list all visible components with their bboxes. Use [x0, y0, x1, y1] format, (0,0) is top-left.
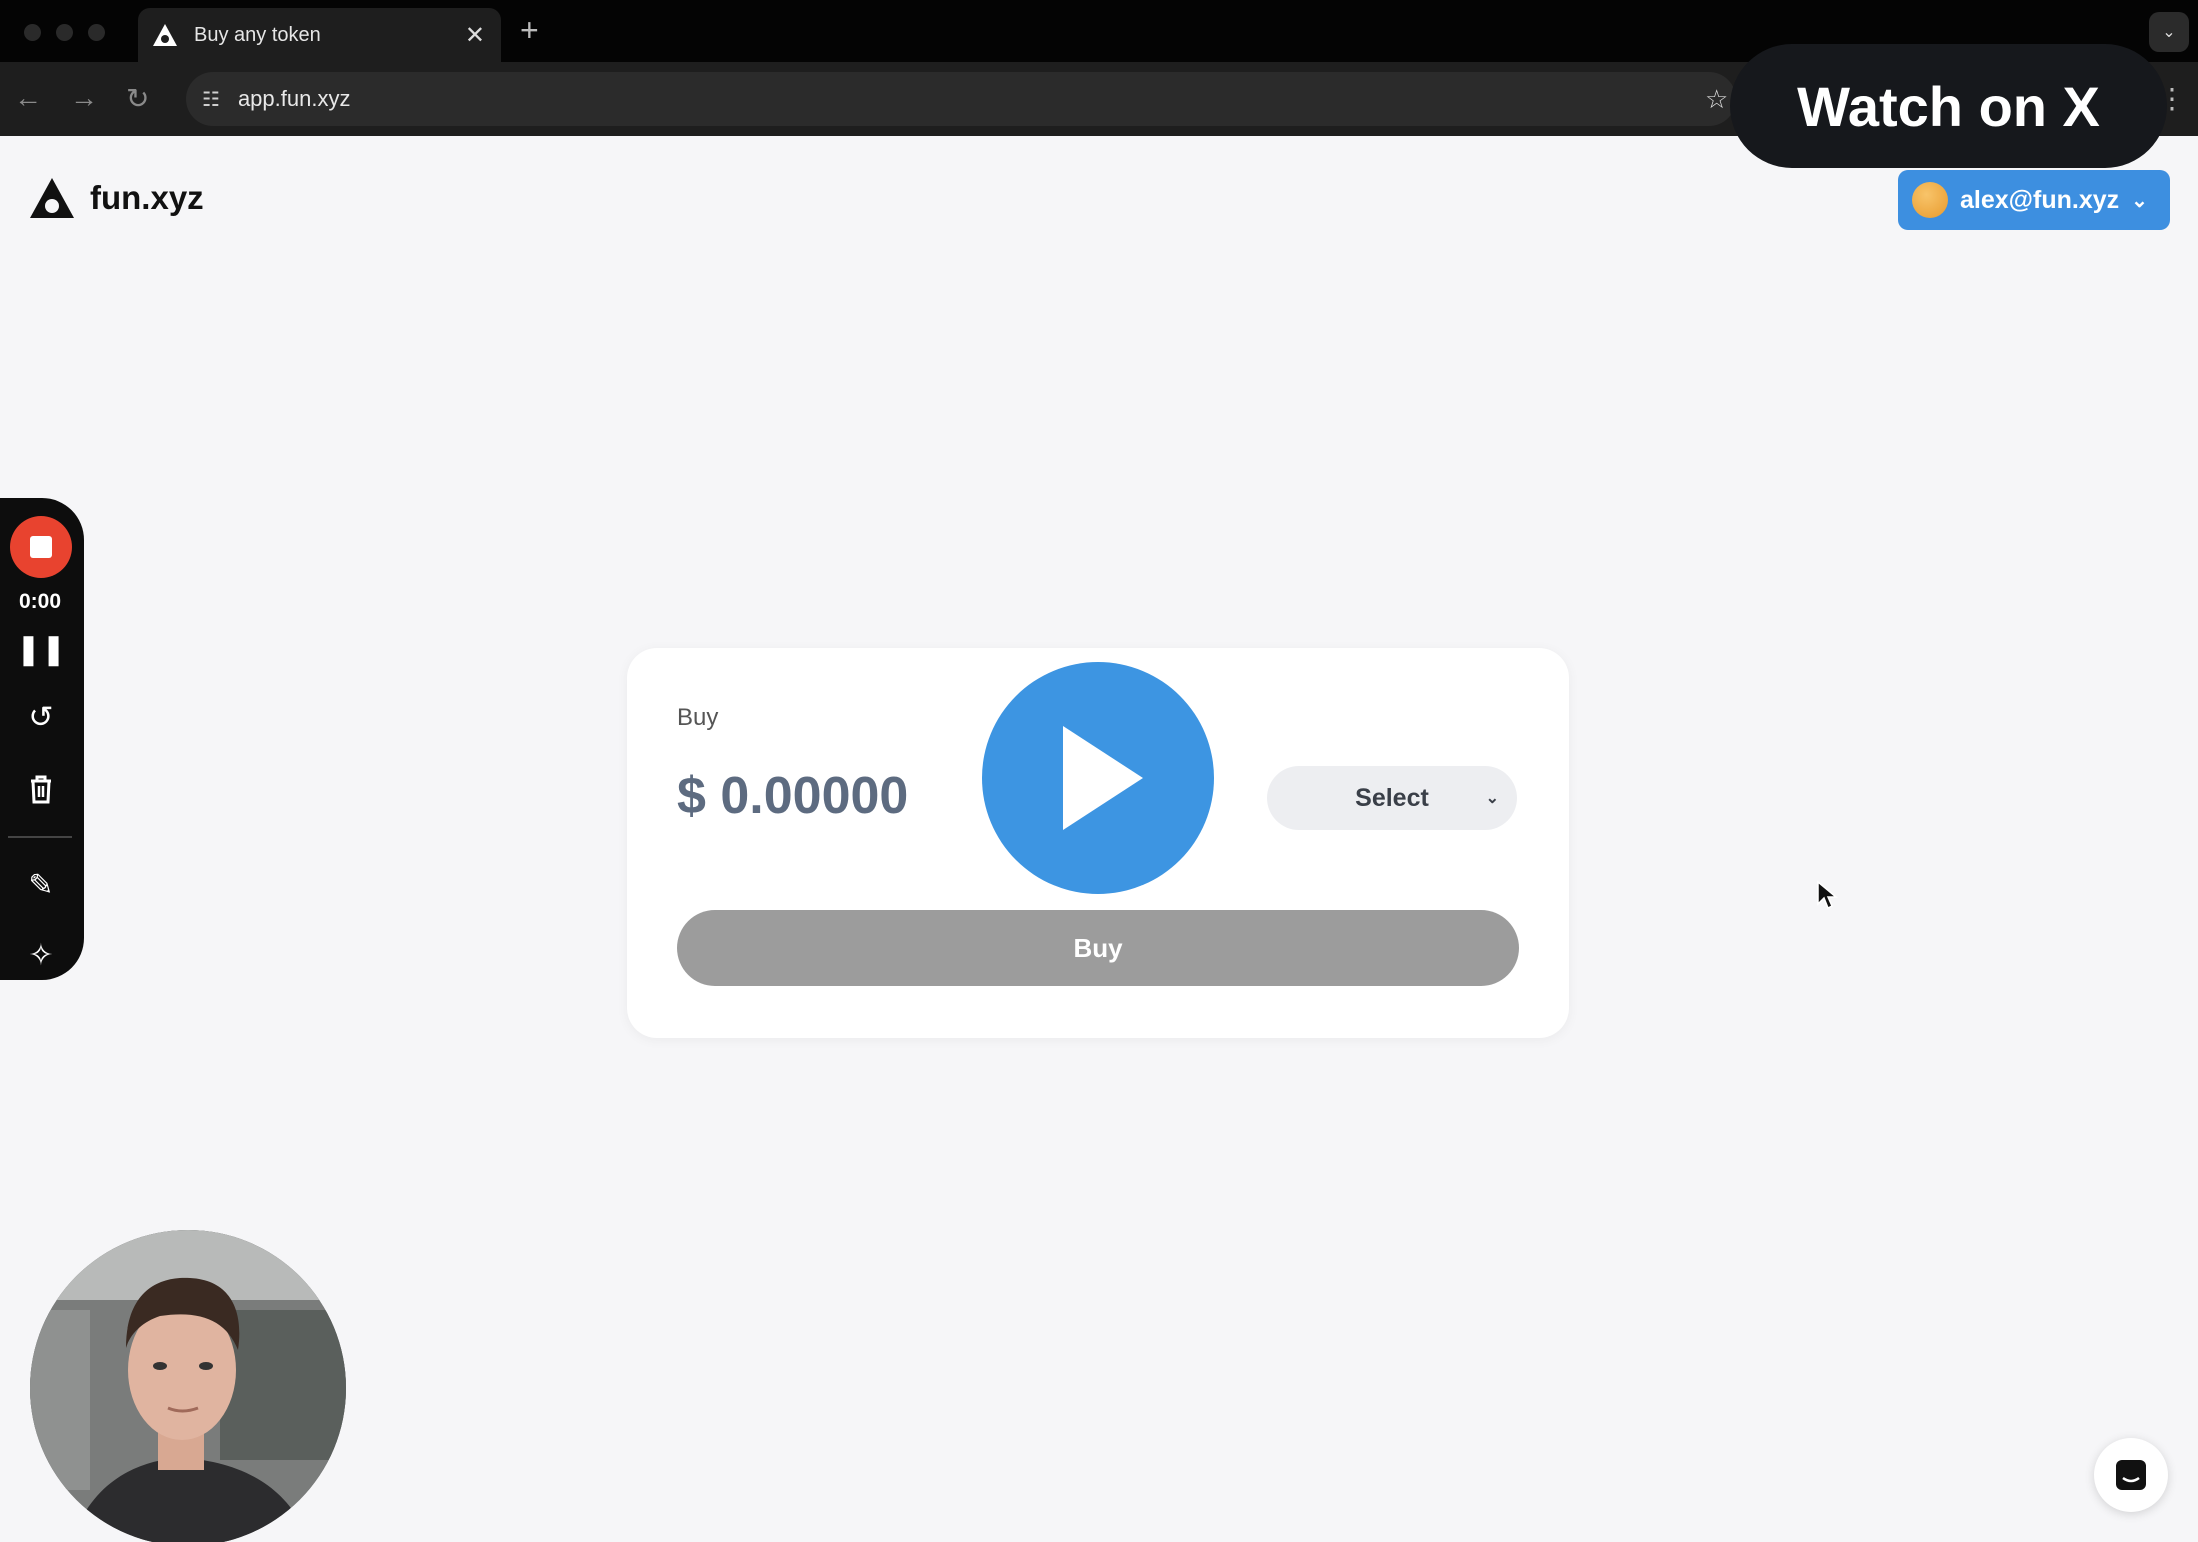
buy-button[interactable]: Buy [677, 910, 1519, 986]
screen: Buy any token ✕ + ⌄ ← → ↻ ☷ app.fun.xyz … [0, 0, 2198, 1542]
avatar [1912, 182, 1948, 218]
tab-search-chevron-icon[interactable]: ⌄ [2149, 12, 2189, 52]
bookmark-star-icon[interactable]: ☆ [1705, 84, 1728, 115]
webcam-person-image [30, 1230, 346, 1542]
funxyz-logo-icon [30, 178, 74, 218]
forward-arrow-icon[interactable]: → [70, 82, 98, 114]
browser-tab-active[interactable]: Buy any token ✕ [138, 8, 501, 62]
screen-recorder-toolbar: 0:00 ❚❚ ↺ ✎ ✧ [0, 498, 84, 980]
url-text: app.fun.xyz [237, 86, 351, 111]
watch-on-x-label: Watch on X [1797, 74, 2100, 138]
address-bar[interactable]: ☷ app.fun.xyz [186, 72, 1736, 126]
window-minimize-dot[interactable] [56, 24, 73, 41]
chat-icon [2116, 1460, 2146, 1490]
buy-button-label: Buy [1073, 932, 1123, 963]
chevron-down-icon: ⌄ [1485, 790, 1499, 807]
support-chat-button[interactable] [2094, 1438, 2168, 1512]
stop-icon [30, 536, 52, 558]
account-menu-button[interactable]: alex@fun.xyz ⌄ [1898, 170, 2170, 230]
funxyz-logo[interactable]: fun.xyz [28, 176, 204, 220]
trash-icon[interactable] [0, 774, 82, 812]
token-select-label: Select [1355, 783, 1429, 812]
restart-icon[interactable]: ↺ [0, 700, 82, 735]
token-select-dropdown[interactable]: Select ⌄ [1267, 766, 1517, 830]
amount-input[interactable]: $ 0.00000 [677, 766, 908, 826]
play-icon [1063, 726, 1143, 830]
video-play-button[interactable] [970, 650, 1226, 906]
chevron-down-icon: ⌄ [2131, 189, 2148, 212]
pause-icon[interactable]: ❚❚ [0, 632, 82, 667]
tab-title: Buy any token [194, 23, 321, 46]
window-zoom-dot[interactable] [88, 24, 105, 41]
webcam-bubble[interactable] [30, 1230, 346, 1542]
recorder-divider [8, 836, 72, 838]
tab-close-icon[interactable]: ✕ [465, 21, 485, 50]
logo-text: fun.xyz [90, 179, 204, 216]
stop-recording-button[interactable] [10, 516, 72, 578]
currency-symbol: $ [677, 767, 706, 825]
back-arrow-icon[interactable]: ← [14, 82, 42, 114]
reload-icon[interactable]: ↻ [126, 82, 149, 115]
window-close-dot[interactable] [24, 24, 41, 41]
mouse-cursor-icon [1817, 880, 1838, 910]
pencil-icon[interactable]: ✎ [0, 868, 82, 903]
funxyz-favicon-icon [153, 24, 177, 46]
watch-on-x-button[interactable]: Watch on X [1730, 44, 2167, 168]
site-settings-icon[interactable]: ☷ [202, 87, 220, 112]
new-tab-icon[interactable]: + [520, 12, 539, 49]
recording-timer: 0:00 [18, 590, 62, 613]
amount-value: 0.00000 [720, 767, 909, 825]
play-circle [982, 662, 1214, 894]
effects-sparkle-icon[interactable]: ✧ [0, 938, 82, 973]
card-title: Buy [677, 704, 719, 731]
account-email: alex@fun.xyz [1960, 185, 2120, 214]
